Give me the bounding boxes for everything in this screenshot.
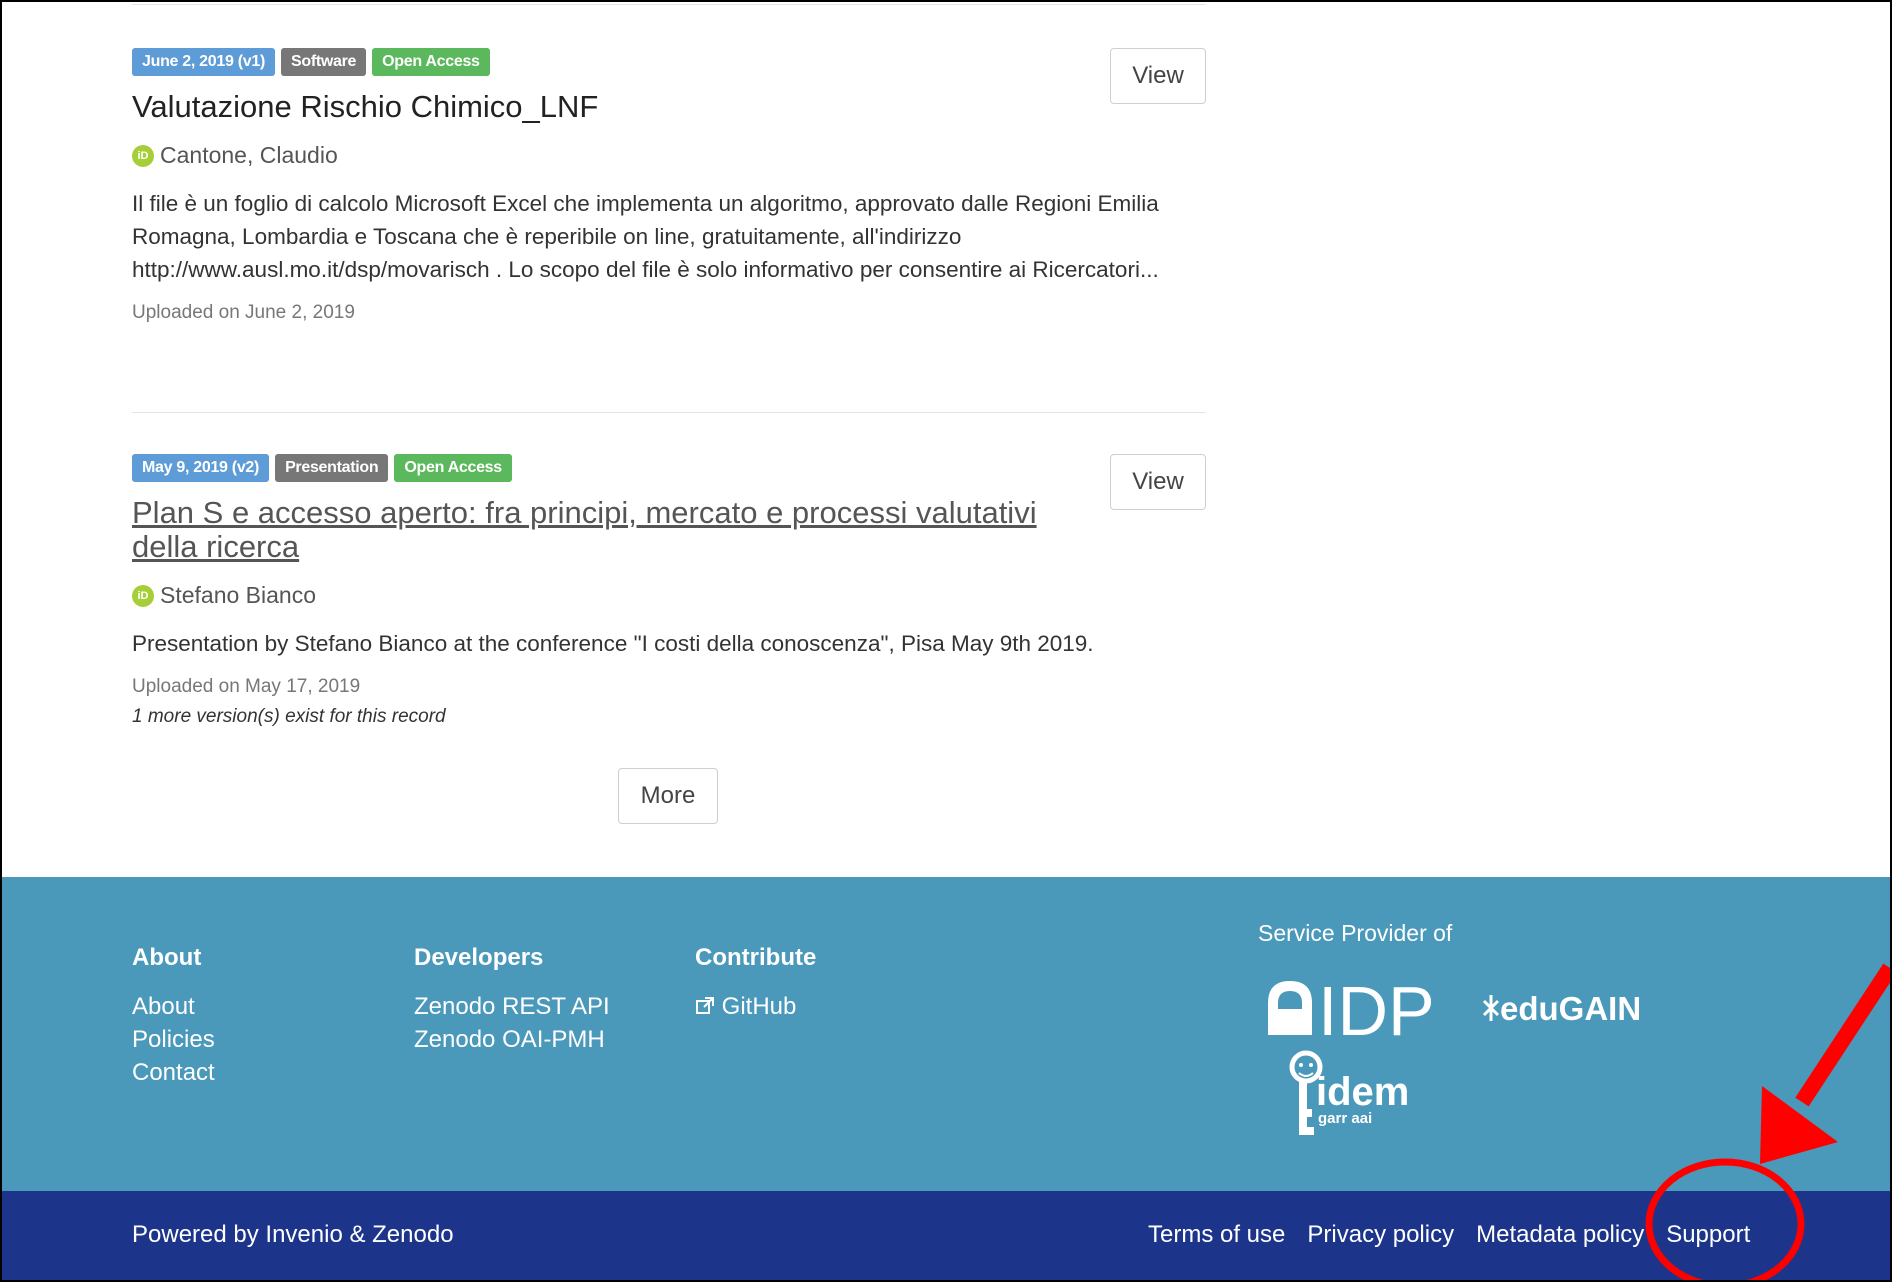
view-button[interactable]: View: [1110, 454, 1206, 510]
footer-heading: Developers: [414, 944, 544, 971]
footer-bottom-links: Terms of use Privacy policy Metadata pol…: [1148, 1221, 1750, 1249]
footer-link-policies[interactable]: Policies: [132, 1023, 215, 1056]
footer-column-about: About About Policies Contact: [132, 944, 215, 1089]
orcid-icon: iD: [132, 144, 154, 167]
github-label: GitHub: [721, 993, 797, 1020]
type-badge: Software: [280, 48, 367, 76]
footer-bar: Powered by Invenio & Zenodo Terms of use…: [2, 1191, 1890, 1280]
badge-group: June 2, 2019 (v1) Software Open Access: [132, 48, 1206, 76]
date-badge: June 2, 2019 (v1): [132, 48, 275, 76]
orcid-icon: iD: [132, 584, 154, 607]
footer-link-contact[interactable]: Contact: [132, 1056, 215, 1089]
type-badge: Presentation: [275, 454, 389, 482]
idp-logo: IDP: [1268, 972, 1435, 1050]
author-name: Stefano Bianco: [160, 582, 317, 608]
author: iD Cantone, Claudio: [132, 142, 1206, 169]
external-link-icon: [696, 997, 714, 1014]
result-item: May 9, 2019 (v2) Presentation Open Acces…: [132, 454, 1206, 728]
divider: [132, 412, 1206, 413]
more-button[interactable]: More: [618, 768, 718, 824]
idem-logo: idem garr aai: [1289, 1050, 1409, 1135]
edugain-logo: eduGAIN: [1482, 990, 1641, 1027]
svg-text:idem: idem: [1316, 1070, 1409, 1114]
svg-text:garr aai: garr aai: [1318, 1110, 1372, 1127]
svg-text:IDP: IDP: [1318, 972, 1435, 1050]
service-provider-title: Service Provider of: [1258, 920, 1453, 946]
access-badge: Open Access: [394, 454, 512, 482]
footer-link-github[interactable]: GitHub: [695, 990, 816, 1023]
powered-by: Powered by Invenio & Zenodo: [132, 1221, 454, 1248]
record-title[interactable]: Valutazione Rischio Chimico_LNF: [132, 90, 1206, 124]
footer: About About Policies Contact Developers …: [2, 877, 1890, 1191]
terms-link[interactable]: Terms of use: [1148, 1221, 1285, 1249]
footer-column-developers: Developers Zenodo REST API Zenodo OAI-PM…: [414, 944, 610, 1056]
search-results: June 2, 2019 (v1) Software Open Access V…: [2, 2, 1890, 877]
record-description: Il file è un foglio di calcolo Microsoft…: [132, 191, 1159, 282]
badge-group: May 9, 2019 (v2) Presentation Open Acces…: [132, 454, 1206, 482]
privacy-link[interactable]: Privacy policy: [1307, 1221, 1454, 1249]
record-title-link[interactable]: Plan S e accesso aperto: fra principi, m…: [132, 496, 1062, 564]
footer-link-oai-pmh[interactable]: Zenodo OAI-PMH: [414, 1023, 610, 1056]
footer-heading: Contribute: [695, 944, 817, 971]
upload-date: Uploaded on June 2, 2019: [132, 302, 355, 323]
support-link[interactable]: Support: [1666, 1221, 1750, 1249]
metadata-policy-link[interactable]: Metadata policy: [1476, 1221, 1644, 1249]
svg-text:eduGAIN: eduGAIN: [1500, 990, 1641, 1027]
author-name: Cantone, Claudio: [160, 142, 338, 168]
footer-column-contribute: Contribute GitHub: [695, 944, 816, 1023]
record-description: Presentation by Stefano Bianco at the co…: [132, 631, 1094, 656]
divider: [132, 4, 1206, 5]
federation-logos: IDP eduGAIN idem garr aai: [1268, 972, 1641, 1135]
view-button[interactable]: View: [1110, 48, 1206, 104]
date-badge: May 9, 2019 (v2): [132, 454, 270, 482]
footer-link-rest-api[interactable]: Zenodo REST API: [414, 990, 610, 1023]
author: iD Stefano Bianco: [132, 582, 1206, 609]
access-badge: Open Access: [372, 48, 490, 76]
result-item: June 2, 2019 (v1) Software Open Access V…: [132, 48, 1206, 324]
page-frame: June 2, 2019 (v1) Software Open Access V…: [0, 0, 1892, 1282]
versions-note[interactable]: 1 more version(s) exist for this record: [132, 706, 1206, 728]
upload-date: Uploaded on May 17, 2019: [132, 676, 361, 697]
footer-heading: About: [132, 944, 202, 971]
footer-link-about[interactable]: About: [132, 990, 215, 1023]
